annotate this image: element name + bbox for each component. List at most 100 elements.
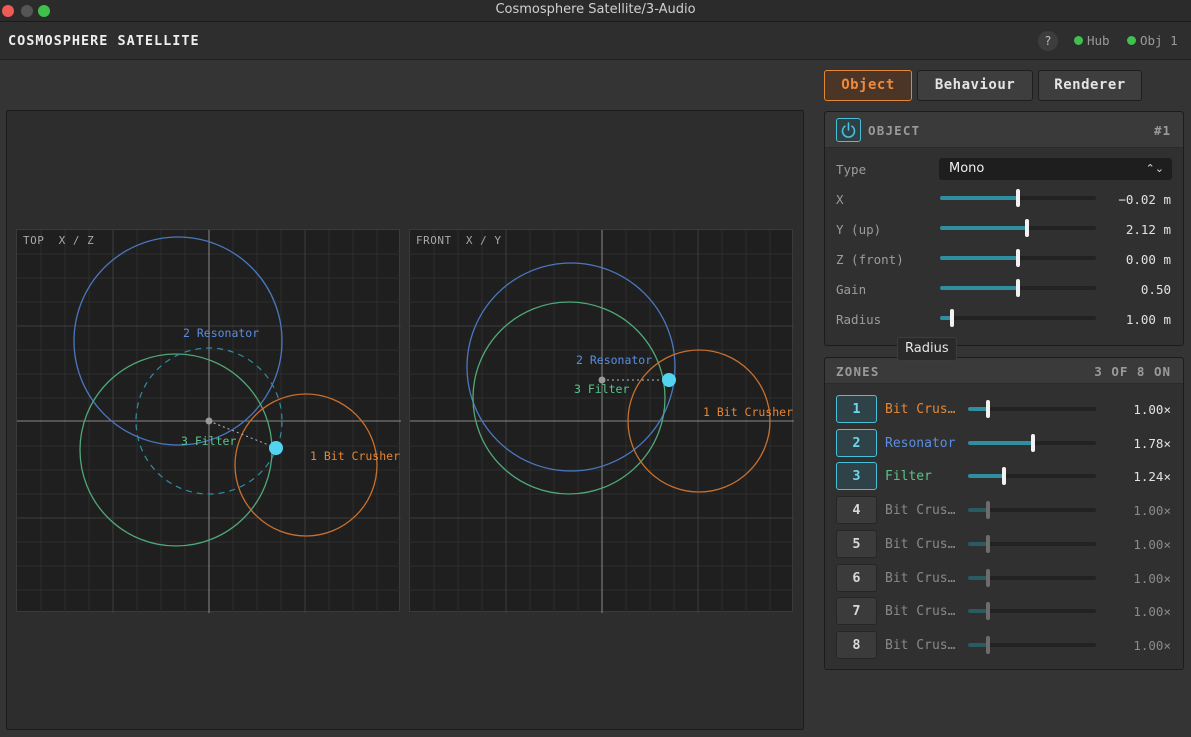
param-z-value: 0.00 m — [1125, 252, 1171, 267]
zone-toggle-button[interactable]: 4 — [836, 496, 877, 525]
radius-tooltip: Radius — [897, 337, 957, 361]
tab-renderer[interactable]: Renderer — [1038, 70, 1142, 101]
slider-fill — [940, 226, 1028, 230]
slider-thumb[interactable] — [986, 568, 991, 587]
tab-behaviour[interactable]: Behaviour — [917, 70, 1033, 101]
slider-thumb[interactable] — [1016, 249, 1020, 267]
zone-row[interactable]: 4 Bit Crus… 1.00× — [825, 496, 1183, 526]
slider-thumb[interactable] — [1025, 219, 1030, 237]
top-view-plot[interactable]: 2 Resonator 3 Filter 1 Bit Crusher TOP X… — [16, 229, 401, 613]
help-button[interactable]: ? — [1038, 31, 1058, 51]
slider-thumb[interactable] — [1031, 433, 1036, 452]
zone-row[interactable]: 2 Resonator 1.78× — [825, 428, 1183, 459]
zone-amount-slider[interactable] — [968, 601, 1096, 621]
top-object-handle[interactable] — [269, 441, 283, 455]
slider-thumb[interactable] — [986, 534, 991, 553]
zone-amount-slider[interactable] — [968, 466, 1096, 486]
window-title: Cosmosphere Satellite/3-Audio — [495, 2, 696, 17]
slider-fill — [968, 575, 989, 580]
top-filter-zone[interactable] — [79, 353, 273, 547]
zone-name: Bit Crus… — [885, 536, 956, 552]
zone-toggle-button[interactable]: 5 — [836, 529, 877, 558]
slider-thumb[interactable] — [1016, 189, 1020, 207]
slider-fill — [968, 508, 989, 513]
param-x-slider[interactable] — [940, 188, 1096, 208]
zone-amount-slider[interactable] — [968, 500, 1096, 520]
zone-toggle-button[interactable]: 6 — [836, 563, 877, 592]
front-bit-crusher-label: 1 Bit Crusher — [703, 405, 793, 419]
front-view-plot[interactable]: 2 Resonator 3 Filter 1 Bit Crusher FRONT… — [409, 229, 794, 613]
slider-thumb[interactable] — [1001, 467, 1006, 486]
zone-amount-value: 1.78× — [1133, 435, 1171, 451]
zones-panel-header: ZONES 3 OF 8 ON — [825, 358, 1183, 384]
top-resonator-zone[interactable] — [73, 236, 283, 446]
zone-row[interactable]: 5 Bit Crus… 1.00× — [825, 529, 1183, 560]
zone-amount-value: 1.24× — [1133, 469, 1171, 485]
object-power-button[interactable] — [836, 118, 861, 142]
top-origin-marker — [205, 417, 213, 425]
zone-amount-slider[interactable] — [968, 534, 1096, 554]
param-radius-value: 1.00 m — [1125, 312, 1171, 327]
front-axes — [410, 230, 794, 613]
param-z-slider[interactable] — [940, 248, 1096, 268]
window-titlebar: Cosmosphere Satellite/3-Audio — [0, 0, 1191, 22]
front-filter-label: 3 Filter — [574, 382, 629, 396]
slider-fill — [968, 407, 989, 411]
slider-fill — [968, 642, 989, 647]
type-select[interactable]: Mono ⌃⌄ — [939, 158, 1172, 180]
zone-name: Bit Crus… — [885, 402, 956, 417]
top-bit-crusher-zone[interactable] — [234, 393, 378, 537]
param-gain-label: Gain — [836, 282, 867, 297]
zone-toggle-button[interactable]: 1 — [836, 395, 877, 423]
zone-amount-slider[interactable] — [968, 635, 1096, 655]
zones-panel-title: ZONES — [836, 364, 880, 379]
param-gain-value: 0.50 — [1140, 282, 1171, 297]
power-icon — [841, 122, 856, 138]
zone-amount-slider[interactable] — [968, 568, 1096, 588]
slider-thumb[interactable] — [986, 501, 991, 520]
param-radius-label: Radius — [836, 312, 882, 327]
chevron-up-down-icon: ⌃⌄ — [1145, 162, 1164, 175]
zones-panel: ZONES 3 OF 8 ON 1 Bit Crus… 1.00× 2 Resonato… — [824, 357, 1184, 670]
slider-thumb[interactable] — [1016, 279, 1020, 297]
slider-fill — [940, 256, 1018, 260]
object-status-dot-icon — [1127, 36, 1136, 45]
param-y-slider[interactable] — [940, 218, 1096, 238]
object-status: Obj 1 — [1127, 33, 1178, 48]
object-panel-title: OBJECT — [868, 123, 921, 138]
zone-amount-slider[interactable] — [968, 399, 1096, 419]
zone-amount-value: 1.00× — [1133, 536, 1171, 552]
zone-row[interactable]: 1 Bit Crus… 1.00× — [825, 395, 1183, 425]
slider-thumb[interactable] — [986, 635, 991, 654]
front-resonator-zone[interactable] — [466, 262, 676, 472]
zones-summary: 3 OF 8 ON — [1094, 364, 1171, 379]
param-radius-slider[interactable] — [940, 308, 1096, 328]
slider-thumb[interactable] — [986, 602, 991, 621]
zone-name: Filter — [885, 469, 932, 485]
zone-amount-value: 1.00× — [1133, 570, 1171, 586]
tab-object[interactable]: Object — [824, 70, 912, 101]
slider-thumb[interactable] — [950, 309, 955, 327]
param-gain-slider[interactable] — [940, 278, 1096, 298]
type-select-value: Mono — [949, 161, 985, 176]
zone-amount-value: 1.00× — [1133, 604, 1171, 620]
zone-name: Bit Crus… — [885, 503, 956, 519]
object-status-label: Obj 1 — [1140, 33, 1178, 48]
top-bit-crusher-label: 1 Bit Crusher — [310, 449, 400, 463]
zone-row[interactable]: 3 Filter 1.24× — [825, 462, 1183, 492]
zone-row[interactable]: 7 Bit Crus… 1.00× — [825, 597, 1183, 627]
zone-toggle-button[interactable]: 7 — [836, 597, 877, 626]
zone-toggle-button[interactable]: 2 — [836, 428, 877, 457]
slider-fill — [968, 609, 989, 614]
slider-thumb[interactable] — [986, 400, 991, 418]
zone-toggle-button[interactable]: 8 — [836, 630, 877, 659]
zone-row[interactable]: 6 Bit Crus… 1.00× — [825, 563, 1183, 594]
slider-fill — [968, 541, 989, 546]
top-view-canvas[interactable]: 2 Resonator 3 Filter 1 Bit Crusher — [17, 230, 401, 613]
zone-amount-slider[interactable] — [968, 433, 1096, 453]
front-object-handle[interactable] — [662, 373, 676, 387]
zone-toggle-button[interactable]: 3 — [836, 462, 877, 491]
front-view-canvas[interactable]: 2 Resonator 3 Filter 1 Bit Crusher — [410, 230, 794, 613]
front-view-title: FRONT X / Y — [416, 234, 502, 247]
zone-row[interactable]: 8 Bit Crus… 1.00× — [825, 630, 1183, 661]
